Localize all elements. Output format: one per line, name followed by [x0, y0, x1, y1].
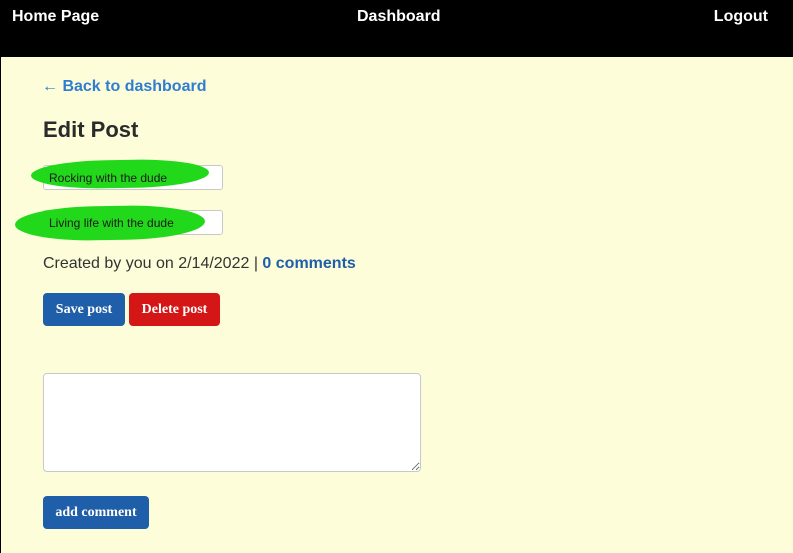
- created-by-text: Created by you on 2/14/2022 |: [43, 255, 263, 272]
- save-post-button[interactable]: Save post: [43, 293, 125, 326]
- page-title: Edit Post: [43, 117, 139, 142]
- comments-count-link[interactable]: 0 comments: [262, 255, 355, 272]
- nav-dashboard-link[interactable]: Dashboard: [357, 8, 441, 26]
- post-meta: Created by you on 2/14/2022 | 0 comments: [43, 255, 356, 273]
- post-body-input[interactable]: [43, 210, 223, 235]
- add-comment-button[interactable]: add comment: [43, 496, 149, 529]
- back-to-dashboard-link[interactable]: ← Back to dashboard: [42, 78, 206, 96]
- page: Home Page Dashboard Logout ← Back to das…: [0, 0, 793, 553]
- nav-home-link[interactable]: Home Page: [12, 8, 99, 26]
- post-title-field-group: Rocking with the dude: [30, 158, 223, 190]
- post-body-field-group: Living life with the dude: [14, 204, 223, 242]
- top-navbar: Home Page Dashboard Logout: [1, 0, 793, 57]
- delete-post-button[interactable]: Delete post: [129, 293, 220, 326]
- comment-textarea[interactable]: [43, 373, 421, 472]
- nav-logout-link[interactable]: Logout: [714, 8, 768, 26]
- post-title-input[interactable]: [43, 165, 223, 190]
